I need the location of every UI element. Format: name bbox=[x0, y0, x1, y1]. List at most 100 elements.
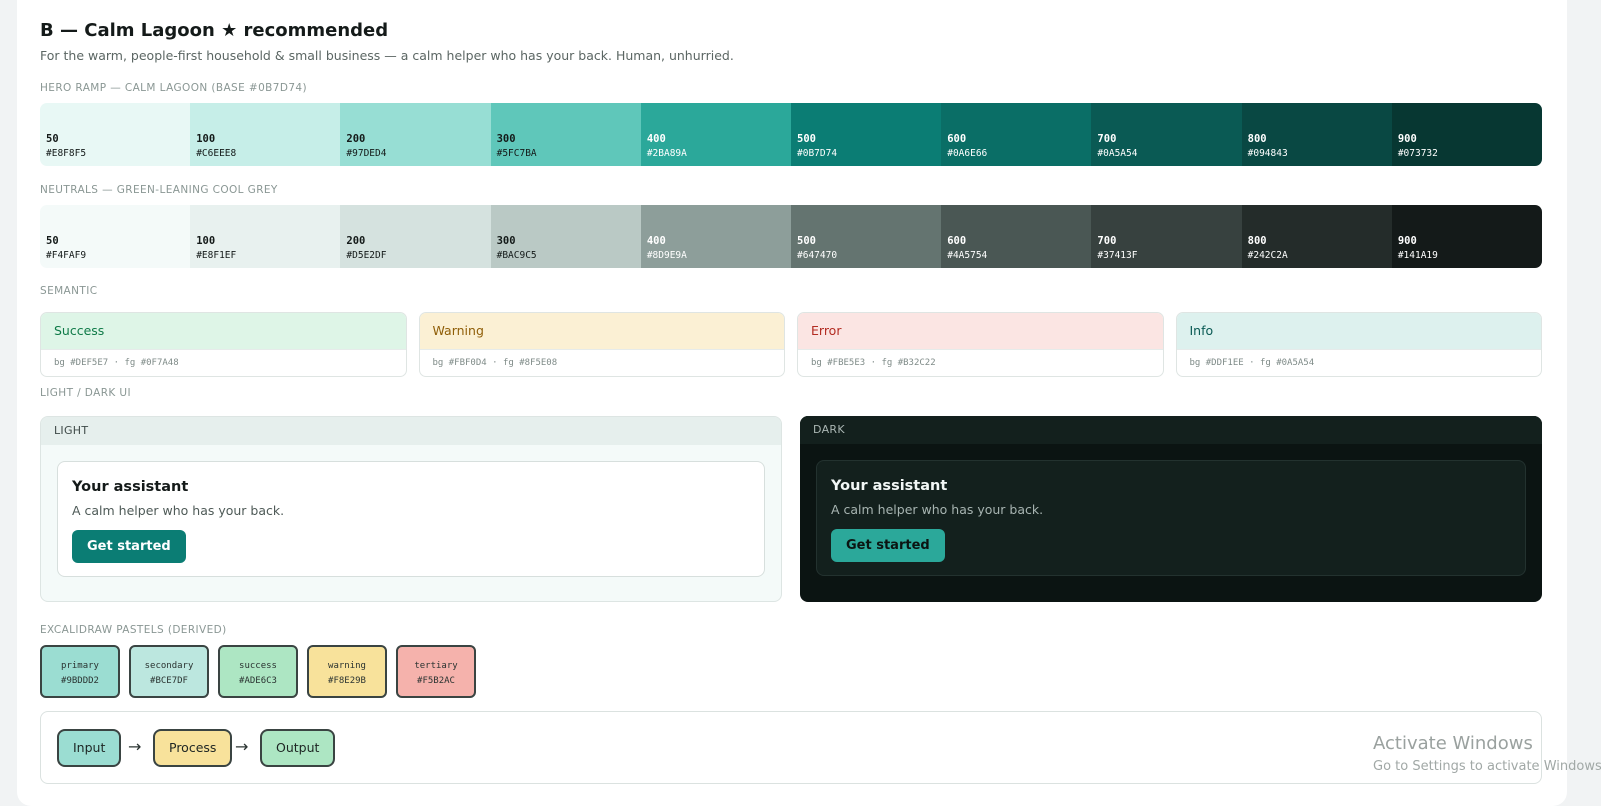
hero-swatch-200: 200 #97DED4 bbox=[340, 103, 491, 166]
activate-windows-subtitle: Go to Settings to activate Windows. bbox=[1373, 759, 1601, 774]
semantic-name: Success bbox=[41, 313, 406, 349]
swatch-step: 600 bbox=[947, 235, 967, 247]
swatch-hex: #647470 bbox=[797, 250, 838, 261]
swatch-hex: #97DED4 bbox=[346, 148, 387, 159]
swatch-hex: #4A5754 bbox=[947, 250, 988, 261]
light-card-subtitle: A calm helper who has your back. bbox=[72, 503, 285, 518]
neutral-swatch-500: 500 #647470 bbox=[791, 205, 942, 268]
swatch-step: 600 bbox=[947, 133, 967, 145]
swatch-step: 900 bbox=[1397, 235, 1417, 247]
semantic-row: Success bg #DEF5E7 · fg #0F7A48 Warning bg … bbox=[40, 312, 1542, 377]
semantic-meta: bg #FBE5E3 · fg #B32C22 bbox=[798, 349, 1163, 376]
semantic-card-info: Info bg #DDF1EE · fg #0A5A54 bbox=[1175, 312, 1542, 377]
neutrals-label: NEUTRALS — GREEN-LEANING COOL GREY bbox=[40, 184, 278, 196]
dark-card-title: Your assistant bbox=[831, 478, 948, 494]
light-assistant-card: Your assistant A calm helper who has you… bbox=[57, 461, 765, 577]
hero-swatch-900: 900 #073732 bbox=[1391, 103, 1542, 166]
semantic-card-error: Error bg #FBE5E3 · fg #B32C22 bbox=[797, 312, 1164, 377]
page-title: B — Calm Lagoon ★ recommended bbox=[40, 20, 389, 41]
pastel-swatch-success: success #ADE6C3 bbox=[218, 645, 298, 698]
swatch-step: 200 bbox=[346, 133, 366, 145]
flow-diagram: Input → Process → Output bbox=[40, 711, 1542, 784]
swatch-step: 900 bbox=[1397, 133, 1417, 145]
semantic-meta: bg #FBF0D4 · fg #8F5E08 bbox=[419, 349, 784, 376]
swatch-hex: #141A19 bbox=[1397, 250, 1438, 261]
neutral-ramp: 50 #F4FAF9 100 #E8F1EF 200 #D5E2DF 300 #BAC9C5 4… bbox=[40, 205, 1542, 268]
neutral-swatch-600: 600 #4A5754 bbox=[941, 205, 1092, 268]
swatch-step: 700 bbox=[1097, 235, 1117, 247]
hero-swatch-300: 300 #5FC7BA bbox=[490, 103, 641, 166]
page-subtitle: For the warm, people-first household & s… bbox=[40, 48, 734, 63]
neutral-swatch-700: 700 #37413F bbox=[1091, 205, 1242, 268]
swatch-hex: #D5E2DF bbox=[346, 250, 387, 261]
swatch-hex: #E8F8F5 bbox=[46, 148, 87, 159]
pastel-hex: #F5B2AC bbox=[417, 676, 455, 686]
semantic-card-warning: Warning bg #FBF0D4 · fg #8F5E08 bbox=[418, 312, 785, 377]
light-get-started-button[interactable]: Get started bbox=[72, 530, 186, 563]
flow-arrow: → bbox=[128, 737, 142, 756]
swatch-hex: #5FC7BA bbox=[496, 148, 537, 159]
hero-swatch-600: 600 #0A6E66 bbox=[941, 103, 1092, 166]
neutral-swatch-50: 50 #F4FAF9 bbox=[40, 205, 191, 268]
dark-card-subtitle: A calm helper who has your back. bbox=[831, 502, 1044, 517]
swatch-hex: #0B7D74 bbox=[797, 148, 838, 159]
flow-node-input: Input bbox=[57, 729, 122, 767]
pastel-hex: #F8E29B bbox=[328, 676, 366, 686]
swatch-hex: #8D9E9A bbox=[646, 250, 687, 261]
swatch-hex: #0A5A54 bbox=[1097, 148, 1138, 159]
dark-assistant-card: Your assistant A calm helper who has you… bbox=[816, 460, 1526, 576]
swatch-hex: #37413F bbox=[1097, 250, 1138, 261]
dark-panel-header: DARK bbox=[800, 416, 1542, 444]
hero-swatch-400: 400 #2BA89A bbox=[640, 103, 792, 166]
swatch-hex: #E8F1EF bbox=[196, 250, 237, 261]
hero-swatch-700: 700 #0A5A54 bbox=[1091, 103, 1242, 166]
flow-arrow: → bbox=[235, 737, 249, 756]
swatch-hex: #2BA89A bbox=[646, 148, 687, 159]
swatch-hex: #242C2A bbox=[1247, 250, 1288, 261]
swatch-step: 800 bbox=[1247, 133, 1267, 145]
semantic-meta: bg #DEF5E7 · fg #0F7A48 bbox=[41, 349, 406, 376]
hero-swatch-800: 800 #094843 bbox=[1241, 103, 1392, 166]
semantic-name: Warning bbox=[419, 313, 784, 349]
swatch-step: 200 bbox=[346, 235, 366, 247]
pastel-name: secondary bbox=[144, 661, 194, 671]
neutral-swatch-800: 800 #242C2A bbox=[1241, 205, 1392, 268]
ui-preview-label: LIGHT / DARK UI bbox=[40, 387, 131, 399]
swatch-hex: #073732 bbox=[1397, 148, 1438, 159]
swatch-step: 400 bbox=[646, 235, 666, 247]
neutral-swatch-300: 300 #BAC9C5 bbox=[490, 205, 641, 268]
swatch-step: 400 bbox=[646, 133, 666, 145]
swatch-hex: #094843 bbox=[1247, 148, 1288, 159]
hero-swatch-500: 500 #0B7D74 bbox=[791, 103, 942, 166]
hero-ramp-label: HERO RAMP — CALM LAGOON (BASE #0B7D74) bbox=[40, 82, 307, 94]
pastel-row: primary #9BDDD2 secondary #BCE7DF success #AD… bbox=[40, 645, 476, 698]
pastel-swatch-primary: primary #9BDDD2 bbox=[40, 645, 120, 698]
swatch-step: 800 bbox=[1247, 235, 1267, 247]
neutral-swatch-900: 900 #141A19 bbox=[1391, 205, 1542, 268]
pastel-swatch-secondary: secondary #BCE7DF bbox=[129, 645, 209, 698]
neutral-swatch-400: 400 #8D9E9A bbox=[640, 205, 792, 268]
flow-node-process: Process bbox=[153, 729, 233, 767]
semantic-meta: bg #DDF1EE · fg #0A5A54 bbox=[1176, 349, 1541, 376]
swatch-step: 50 bbox=[46, 133, 59, 145]
pastel-name: primary bbox=[61, 661, 99, 671]
pastel-swatch-tertiary: tertiary #F5B2AC bbox=[396, 645, 476, 698]
neutral-swatch-200: 200 #D5E2DF bbox=[340, 205, 491, 268]
swatch-step: 700 bbox=[1097, 133, 1117, 145]
light-panel-header: LIGHT bbox=[41, 417, 781, 445]
light-ui-panel: LIGHT Your assistant A calm helper who h… bbox=[40, 416, 782, 602]
pastel-swatch-warning: warning #F8E29B bbox=[307, 645, 387, 698]
hero-ramp: 50 #E8F8F5 100 #C6EEE8 200 #97DED4 300 #5FC7BA 4… bbox=[40, 103, 1542, 166]
swatch-step: 50 bbox=[46, 235, 59, 247]
swatch-hex: #BAC9C5 bbox=[496, 250, 537, 261]
swatch-step: 500 bbox=[797, 133, 816, 145]
dark-get-started-button[interactable]: Get started bbox=[831, 529, 945, 562]
neutral-swatch-100: 100 #E8F1EF bbox=[190, 205, 341, 268]
hero-swatch-50: 50 #E8F8F5 bbox=[40, 103, 191, 166]
swatch-step: 300 bbox=[496, 133, 516, 145]
swatch-step: 300 bbox=[496, 235, 516, 247]
dark-ui-panel: DARK Your assistant A calm helper who ha… bbox=[800, 416, 1542, 602]
swatch-hex: #F4FAF9 bbox=[46, 250, 87, 261]
hero-swatch-100: 100 #C6EEE8 bbox=[190, 103, 341, 166]
pastel-name: warning bbox=[328, 661, 366, 671]
